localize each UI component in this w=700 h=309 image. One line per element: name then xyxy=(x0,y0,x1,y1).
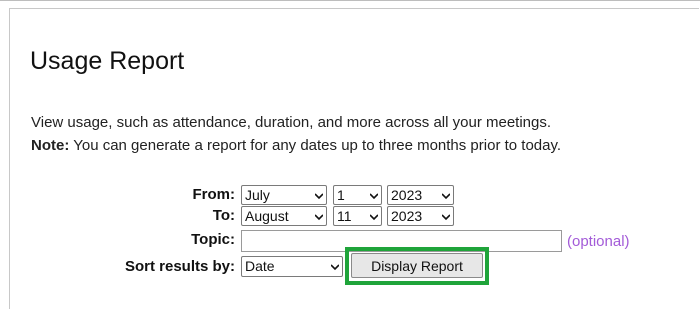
chevron-down-icon xyxy=(315,214,323,221)
to-month-select[interactable]: August xyxy=(241,206,327,226)
to-month-value: August xyxy=(245,208,289,224)
from-label: From: xyxy=(192,186,236,203)
from-day-select[interactable]: 1 xyxy=(333,185,382,205)
report-description: View usage, such as attendance, duration… xyxy=(31,114,552,131)
sort-select[interactable]: Date xyxy=(241,256,343,277)
chevron-down-icon xyxy=(370,214,378,221)
to-year-value: 2023 xyxy=(391,208,423,224)
topic-optional-hint: (optional) xyxy=(567,233,630,250)
chevron-down-icon xyxy=(442,214,450,221)
from-year-select[interactable]: 2023 xyxy=(387,185,454,205)
to-year-select[interactable]: 2023 xyxy=(387,206,454,226)
sort-value: Date xyxy=(245,258,275,274)
note-label: Note: xyxy=(31,137,70,154)
from-month-value: July xyxy=(245,187,270,203)
top-divider xyxy=(0,0,700,1)
to-day-value: 11 xyxy=(337,208,352,224)
to-day-select[interactable]: 11 xyxy=(333,206,382,226)
from-year-value: 2023 xyxy=(391,187,423,203)
chevron-down-icon xyxy=(442,193,450,200)
chevron-down-icon xyxy=(370,193,378,200)
chevron-down-icon xyxy=(331,264,339,271)
note-text: You can generate a report for any dates … xyxy=(69,137,562,154)
from-day-value: 1 xyxy=(337,187,345,203)
sort-label: Sort results by: xyxy=(124,258,235,275)
to-label: To: xyxy=(212,207,235,224)
report-note: Note: You can generate a report for any … xyxy=(31,137,561,154)
page-title: Usage Report xyxy=(30,47,185,75)
from-month-select[interactable]: July xyxy=(241,185,327,205)
topic-label: Topic: xyxy=(191,231,235,248)
chevron-down-icon xyxy=(315,193,323,200)
display-report-button[interactable]: Display Report xyxy=(351,253,483,278)
